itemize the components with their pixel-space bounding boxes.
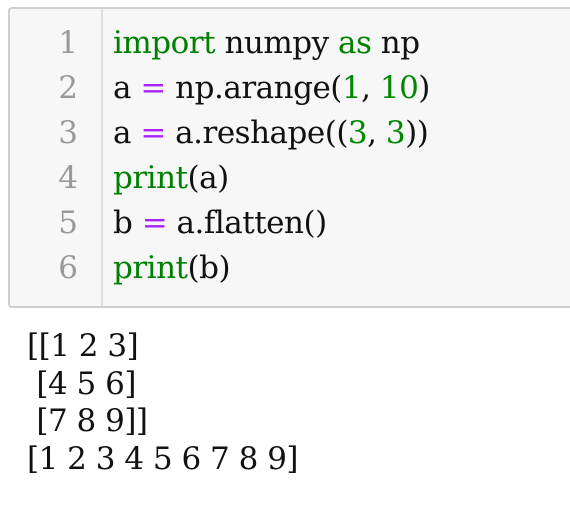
token-plain: a.flatten()	[167, 205, 328, 241]
code-line[interactable]: 1 import numpy as np	[10, 21, 570, 66]
token-plain: np.arange(	[165, 70, 342, 106]
output-line: [4 5 6]	[27, 365, 136, 402]
line-number: 1	[58, 25, 78, 61]
token-plain: a	[113, 70, 141, 106]
token-plain: (b)	[187, 250, 231, 286]
token-plain: np	[371, 25, 420, 61]
token-kw: as	[338, 25, 372, 61]
line-number: 5	[58, 205, 78, 241]
code-line[interactable]: 5b = a.flatten()	[10, 201, 570, 246]
token-op: =	[140, 115, 166, 151]
code-text[interactable]: b = a.flatten()	[113, 201, 327, 246]
output-line: [7 8 9]]	[27, 403, 148, 439]
token-num: 10	[379, 70, 419, 106]
token-num: 1	[341, 70, 362, 106]
output-line: [1 2 3 4 5 6 7 8 9]	[27, 440, 299, 477]
code-text[interactable]: import numpy as np	[113, 21, 420, 66]
code-line[interactable]: 3a = a.reshape((3, 3))	[10, 111, 570, 156]
output-line: [[1 2 3]	[27, 328, 139, 364]
code-text[interactable]: print(a)	[113, 156, 229, 201]
token-kw: print	[113, 250, 188, 286]
code-text[interactable]: a = np.arange(1, 10)	[113, 66, 430, 111]
token-plain: a.reshape((	[165, 115, 348, 151]
token-plain: ,	[361, 70, 380, 106]
token-plain: (a)	[187, 160, 230, 196]
line-number: 6	[58, 250, 78, 286]
line-number: 3	[58, 115, 78, 151]
line-number: 4	[58, 160, 78, 196]
code-line[interactable]: 6 print(b)	[10, 246, 570, 291]
code-text[interactable]: a = a.reshape((3, 3))	[113, 111, 429, 156]
token-kw: import	[113, 25, 216, 61]
code-cell[interactable]: 1 import numpy as np 2 a = np.arange(1, 10)…	[8, 7, 570, 308]
token-plain: ,	[367, 115, 386, 151]
token-num: 3	[347, 115, 368, 151]
token-num: 3	[385, 115, 406, 151]
token-plain: )	[418, 70, 430, 106]
token-plain: numpy	[215, 25, 339, 61]
line-number: 2	[58, 70, 78, 106]
token-plain: a	[113, 115, 141, 151]
code-line[interactable]: 4 print(a)	[10, 156, 570, 201]
token-op: =	[140, 70, 166, 106]
token-kw: print	[113, 160, 188, 196]
token-op: =	[141, 205, 168, 241]
cell-output: [[1 2 3] [4 5 6] [7 8 9]] [1 2 3 4 5 6 7 …	[27, 328, 299, 478]
token-plain: b	[113, 205, 142, 241]
code-text[interactable]: print(b)	[113, 246, 231, 291]
token-plain: ))	[405, 115, 429, 151]
code-line[interactable]: 2a = np.arange(1, 10)	[10, 66, 570, 111]
